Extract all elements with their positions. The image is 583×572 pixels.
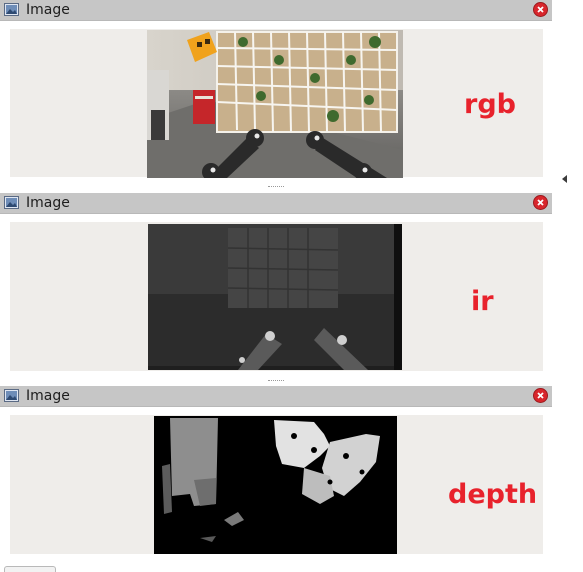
panel-titlebar[interactable]: Image — [0, 193, 552, 214]
rqt-image-view-window: Image rgb Image ir Image depth — [0, 0, 583, 572]
panel-title: Image — [26, 195, 70, 211]
stream-label-ir: ir — [471, 286, 494, 317]
splitter-handle[interactable] — [0, 184, 552, 190]
panel-title: Image — [26, 388, 70, 404]
stream-label-depth: depth — [448, 479, 538, 510]
panel-titlebar[interactable]: Image — [0, 0, 552, 21]
panel-titlebar[interactable]: Image — [0, 386, 552, 407]
splitter-grip-icon — [268, 186, 284, 188]
close-icon[interactable] — [533, 195, 548, 210]
panel-title: Image — [26, 2, 70, 18]
image-window-icon — [4, 389, 19, 402]
depth-camera-image — [154, 416, 397, 554]
bottom-tab[interactable] — [4, 566, 56, 572]
stream-label-rgb: rgb — [464, 89, 516, 120]
close-icon[interactable] — [533, 388, 548, 403]
image-window-icon — [4, 3, 19, 16]
image-panel-depth: Image depth — [0, 386, 552, 566]
image-window-icon — [4, 196, 19, 209]
ir-camera-image — [148, 224, 402, 370]
close-icon[interactable] — [533, 2, 548, 17]
image-display-area: rgb — [10, 29, 543, 178]
rgb-camera-image — [147, 30, 403, 178]
image-display-area: ir — [10, 222, 543, 371]
splitter-handle[interactable] — [0, 378, 552, 384]
splitter-grip-icon — [268, 380, 284, 382]
image-display-area: depth — [10, 415, 543, 554]
image-panel-ir: Image ir — [0, 193, 552, 378]
image-panel-rgb: Image rgb — [0, 0, 552, 184]
collapse-arrow-icon[interactable] — [562, 175, 567, 183]
